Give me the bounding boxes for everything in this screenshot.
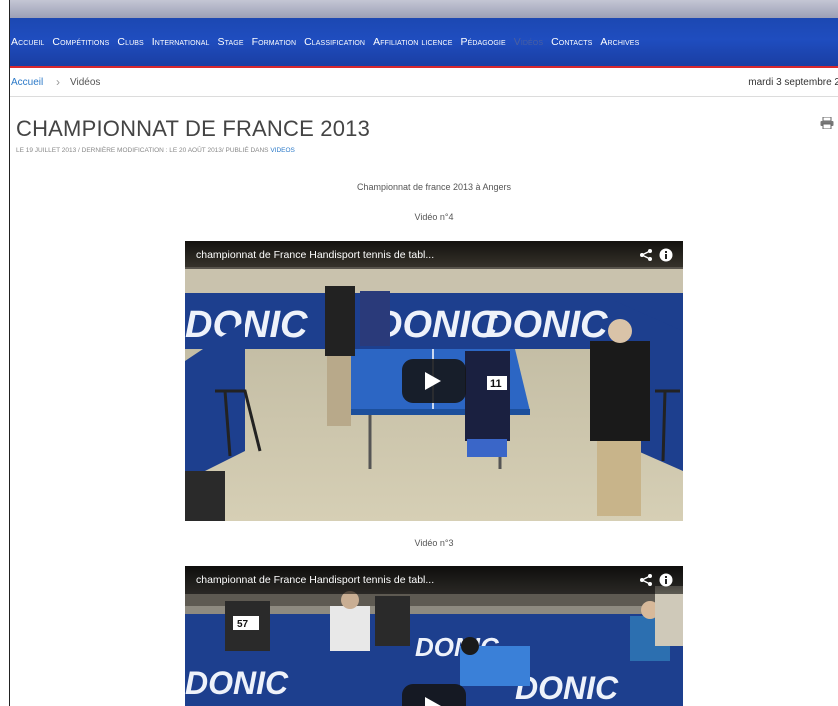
nav-item-international[interactable]: International [152,36,216,48]
donic-banner-text: DONIC [185,665,289,701]
nav-item-contacts[interactable]: Contacts [551,36,598,48]
donic-banner-text: DONIC [185,304,308,346]
player-bib-number: 57 [237,619,249,630]
nav-item-clubs[interactable]: Clubs [117,36,149,48]
play-icon [425,697,441,706]
play-icon [425,372,441,390]
article-intro: Championnat de france 2013 à Angers [356,182,512,192]
nav-item-classification[interactable]: Classification [304,36,371,48]
nav-item-affiliation-licence[interactable]: Affiliation licence [373,36,458,48]
breadcrumb-bar: Accueil › Vidéos mardi 3 septembre 2 [10,68,838,97]
donic-banner-text: DONIC [515,670,619,706]
video-player[interactable]: DONIC DONIC DONIC 11 championnat de Fran… [185,241,683,521]
nav-item-accueil[interactable]: Accueil [10,36,50,48]
info-icon[interactable] [659,573,673,587]
window-edge [9,0,10,706]
article-category-link[interactable]: VIDEOS [270,147,295,154]
nav-item-videos[interactable]: Vidéos [514,36,549,48]
share-icon[interactable] [639,248,653,262]
nav-item-formation[interactable]: Formation [252,36,303,48]
article-meta-dates: LE 19 JUILLET 2013 / DERNIÈRE MODIFICATI… [16,147,269,154]
video-player[interactable]: DONIC DONIC DONIC 57 championnat de Fran… [185,566,683,706]
nav-item-stage[interactable]: Stage [218,36,250,48]
article-meta: LE 19 JUILLET 2013 / DERNIÈRE MODIFICATI… [16,147,295,154]
video-title[interactable]: championnat de France Handisport tennis … [196,249,434,261]
play-button[interactable] [402,684,466,706]
breadcrumb-current: Vidéos [70,77,101,88]
current-date: mardi 3 septembre 2 [748,77,838,88]
play-button[interactable] [402,359,466,403]
breadcrumb-separator: › [56,75,60,89]
share-icon[interactable] [639,573,653,587]
player-bib-number: 11 [490,378,502,390]
page-title: CHAMPIONNAT DE FRANCE 2013 [16,116,371,141]
main-navigation: Accueil Compétitions Clubs International… [10,18,838,66]
top-strip [10,0,838,18]
info-icon[interactable] [659,248,673,262]
nav-item-pedagogie[interactable]: Pédagogie [460,36,511,48]
video-title-bar: championnat de France Handisport tennis … [185,566,683,594]
donic-banner-text: DONIC [485,304,608,346]
nav-item-archives[interactable]: Archives [600,36,645,48]
breadcrumb-home-link[interactable]: Accueil [11,77,43,88]
print-icon[interactable] [820,117,834,129]
donic-banner-text: DONIC [375,304,498,346]
browser-frame: Accueil Compétitions Clubs International… [0,0,838,706]
video-label: Vidéo n°4 [414,212,454,222]
video-title[interactable]: championnat de France Handisport tennis … [196,574,434,586]
video-title-bar: championnat de France Handisport tennis … [185,241,683,269]
video-label: Vidéo n°3 [414,538,454,548]
nav-item-competitions[interactable]: Compétitions [52,36,115,48]
